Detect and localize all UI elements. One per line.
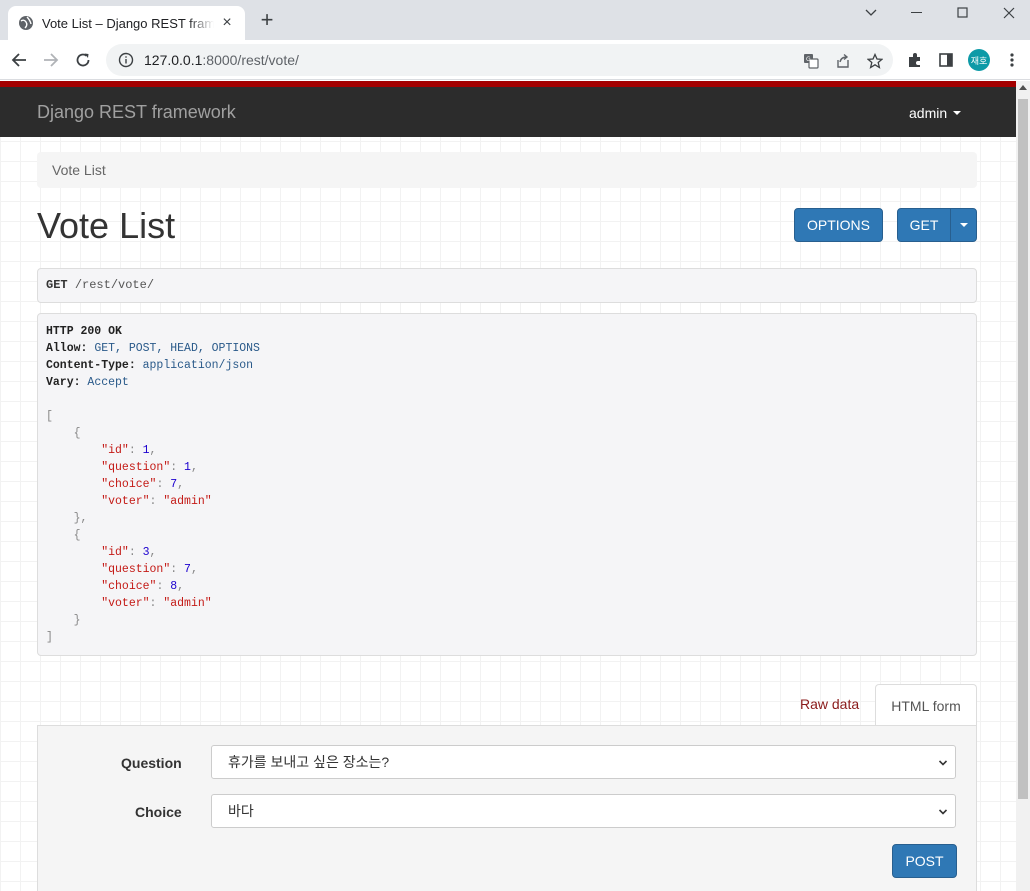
response-status: HTTP 200 OK — [46, 325, 122, 338]
json-value: 1 — [142, 444, 150, 457]
caret-down-icon — [959, 223, 968, 227]
tab-search-icon[interactable] — [848, 0, 894, 26]
request-method: GET — [46, 278, 68, 292]
header-key: Vary: — [46, 376, 81, 389]
extensions-icon[interactable] — [903, 48, 927, 72]
user-menu[interactable]: admin — [909, 105, 962, 121]
header-key: Allow: — [46, 342, 88, 355]
json-value: admin — [170, 495, 205, 508]
translate-icon[interactable]: G — [802, 52, 820, 70]
header-value: GET, POST, HEAD, OPTIONS — [94, 342, 260, 355]
url-path: :8000/rest/vote/ — [202, 52, 299, 68]
page-title: Vote List — [37, 205, 176, 246]
get-button[interactable]: GET — [897, 208, 951, 242]
browser-menu-icon[interactable] — [1000, 48, 1024, 72]
profile-avatar[interactable]: 재호 — [968, 49, 990, 71]
address-bar[interactable]: 127.0.0.1:8000/rest/vote/ G — [106, 44, 893, 76]
response-info: HTTP 200 OK Allow: GET, POST, HEAD, OPTI… — [37, 313, 977, 656]
chevron-down-icon — [939, 760, 947, 766]
globe-icon — [19, 16, 33, 30]
json-value: 3 — [142, 546, 150, 559]
url-host: 127.0.0.1 — [144, 52, 203, 68]
header-key: Content-Type: — [46, 359, 136, 372]
choice-selected-value: 바다 — [228, 803, 254, 819]
scrollbar-thumb[interactable] — [1018, 99, 1028, 799]
request-path: /rest/vote/ — [74, 278, 155, 292]
new-tab-button[interactable]: + — [256, 9, 278, 32]
json-value: 1 — [184, 461, 191, 474]
caret-down-icon — [953, 111, 962, 115]
info-icon[interactable] — [118, 52, 134, 68]
question-label: Question — [121, 755, 182, 771]
choice-select[interactable]: 바다 — [211, 794, 956, 828]
content-tabs: Raw data HTML form — [37, 684, 977, 726]
page-viewport: Django REST framework admin Vote List Vo… — [0, 81, 1016, 891]
header-value: Accept — [87, 376, 129, 389]
navbar: Django REST framework admin — [0, 87, 1016, 137]
html-form-panel: Question 휴가를 보내고 싶은 장소는? Choice 바다 POST — [37, 725, 977, 891]
brand-link[interactable]: Django REST framework — [37, 102, 236, 123]
options-button[interactable]: OPTIONS — [794, 208, 883, 242]
json-value: 7 — [184, 563, 191, 576]
close-window-icon[interactable] — [986, 0, 1030, 26]
side-panel-icon[interactable] — [934, 48, 958, 72]
breadcrumb-item[interactable]: Vote List — [52, 162, 106, 178]
minimize-icon[interactable] — [894, 0, 940, 26]
chevron-down-icon — [939, 809, 947, 815]
browser-toolbar: 127.0.0.1:8000/rest/vote/ G — [0, 40, 1030, 80]
scroll-up-icon[interactable] — [1019, 85, 1027, 90]
close-tab-icon[interactable]: × — [219, 14, 235, 31]
back-icon[interactable] — [7, 48, 31, 72]
request-info: GET /rest/vote/ — [37, 268, 977, 303]
post-button[interactable]: POST — [892, 844, 957, 878]
share-icon[interactable] — [834, 52, 852, 70]
breadcrumb: Vote List — [37, 152, 977, 188]
json-value: admin — [170, 597, 205, 610]
question-selected-value: 휴가를 보내고 싶은 장소는? — [228, 754, 390, 770]
bookmark-star-icon[interactable] — [866, 52, 884, 70]
url-text: 127.0.0.1:8000/rest/vote/ — [144, 52, 299, 68]
header-value: application/json — [142, 359, 254, 372]
choice-label: Choice — [135, 804, 182, 820]
forward-icon[interactable] — [39, 48, 63, 72]
browser-tab[interactable]: Vote List – Django REST framework × — [8, 6, 245, 40]
question-select[interactable]: 휴가를 보내고 싶은 장소는? — [211, 745, 956, 779]
reload-icon[interactable] — [71, 48, 95, 72]
tab-title: Vote List – Django REST framework — [42, 15, 214, 31]
user-name: admin — [909, 105, 948, 121]
browser-tabstrip: Vote List – Django REST framework × + — [0, 0, 1030, 40]
tab-html-form[interactable]: HTML form — [875, 684, 977, 726]
svg-text:G: G — [806, 56, 811, 63]
maximize-icon[interactable] — [940, 0, 986, 26]
page-scrollbar[interactable] — [1016, 81, 1030, 891]
tab-raw-data[interactable]: Raw data — [800, 696, 859, 712]
get-format-dropdown[interactable] — [950, 208, 977, 242]
